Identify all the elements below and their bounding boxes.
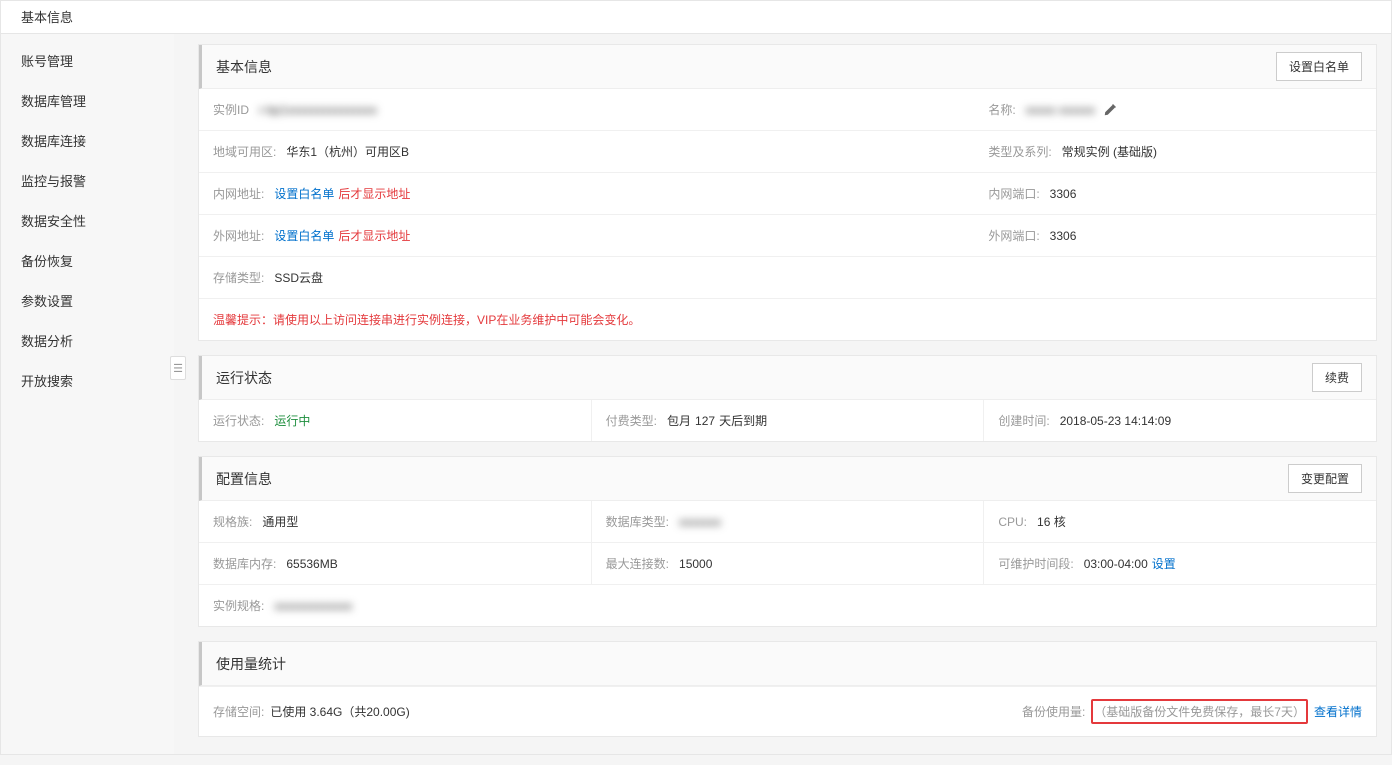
change-config-button[interactable]: 变更配置 — [1288, 464, 1362, 493]
collapse-icon: ☰ — [173, 362, 183, 375]
db-type-value: xxxxxxx — [679, 515, 721, 529]
panel-config: 配置信息 变更配置 规格族: 通用型 数据库类型: xxxxxxx C — [198, 456, 1377, 627]
panel-usage: 使用量统计 存储空间: 已使用 3.64G（共20.00G) 备份使用量: （基… — [198, 641, 1377, 737]
inner-addr-note: 后才显示地址 — [338, 185, 410, 202]
db-type-label: 数据库类型: — [606, 513, 669, 530]
inner-addr-set-whitelist-link[interactable]: 设置白名单 — [274, 185, 334, 202]
spec-label: 实例规格: — [213, 597, 264, 614]
basic-warning-text: 温馨提示：请使用以上访问连接串进行实例连接，VIP在业务维护中可能会变化。 — [199, 299, 1376, 340]
storage-label: 存储空间: — [213, 703, 264, 720]
outer-addr-label: 外网地址: — [213, 227, 264, 244]
outer-port-label: 外网端口: — [988, 227, 1039, 244]
status-label: 运行状态: — [213, 412, 264, 429]
max-conn-value: 15000 — [679, 557, 712, 571]
backup-label: 备份使用量: — [1022, 703, 1085, 720]
main-content: 基本信息 设置白名单 实例ID r-bp1xxxxxxxxxxxxxxx 名称:… — [174, 34, 1391, 765]
panel-basic-info: 基本信息 设置白名单 实例ID r-bp1xxxxxxxxxxxxxxx 名称:… — [198, 44, 1377, 341]
mem-label: 数据库内存: — [213, 555, 276, 572]
maintain-label: 可维护时间段: — [998, 555, 1073, 572]
name-label: 名称: — [988, 101, 1015, 118]
panel-status-title: 运行状态 — [216, 368, 272, 388]
instance-id-label: 实例ID — [213, 101, 249, 118]
backup-detail-link[interactable]: 查看详情 — [1314, 703, 1362, 720]
name-value: xxxxx xxxxxx — [1026, 103, 1095, 117]
top-tab-bar: 基本信息 — [1, 1, 1391, 34]
panel-basic-info-title: 基本信息 — [216, 57, 272, 77]
billing-label: 付费类型: — [606, 412, 657, 429]
tab-basic-info[interactable]: 基本信息 — [1, 1, 93, 33]
spec-value: xxxxxxxxxxxxx — [274, 599, 352, 613]
sidebar-item-open-search[interactable]: 开放搜索 — [1, 362, 174, 402]
instance-id-value: r-bp1xxxxxxxxxxxxxxx — [259, 103, 377, 117]
backup-note: （基础版备份文件免费保存，最长7天） — [1094, 705, 1305, 719]
sidebar-item-data-analysis[interactable]: 数据分析 — [1, 322, 174, 362]
inner-addr-label: 内网地址: — [213, 185, 264, 202]
created-value: 2018-05-23 14:14:09 — [1060, 414, 1171, 428]
cpu-value: 16 核 — [1037, 513, 1066, 530]
outer-addr-set-whitelist-link[interactable]: 设置白名单 — [274, 227, 334, 244]
inner-port-label: 内网端口: — [988, 185, 1039, 202]
billing-suffix: 天后到期 — [719, 412, 767, 429]
outer-addr-note: 后才显示地址 — [338, 227, 410, 244]
created-label: 创建时间: — [998, 412, 1049, 429]
sidebar-item-data-security[interactable]: 数据安全性 — [1, 202, 174, 242]
maintain-set-link[interactable]: 设置 — [1152, 555, 1176, 572]
maintain-value: 03:00-04:00 — [1084, 557, 1148, 571]
family-value: 通用型 — [262, 513, 298, 530]
sidebar-item-backup-restore[interactable]: 备份恢复 — [1, 242, 174, 282]
billing-days: 127 — [695, 414, 715, 428]
set-whitelist-button[interactable]: 设置白名单 — [1276, 52, 1362, 81]
billing-prefix: 包月 — [667, 412, 691, 429]
panel-usage-title: 使用量统计 — [216, 654, 286, 674]
backup-note-highlight: （基础版备份文件免费保存，最长7天） — [1091, 699, 1308, 724]
sidebar-item-account[interactable]: 账号管理 — [1, 42, 174, 82]
type-label: 类型及系列: — [988, 143, 1051, 160]
cpu-label: CPU: — [998, 515, 1027, 529]
region-value: 华东1（杭州）可用区B — [286, 143, 409, 160]
panel-config-title: 配置信息 — [216, 469, 272, 489]
edit-name-icon[interactable] — [1103, 103, 1117, 117]
region-label: 地域可用区: — [213, 143, 276, 160]
inner-port-value: 3306 — [1050, 187, 1077, 201]
panel-status: 运行状态 续费 运行状态: 运行中 付费类型: 包月 127 天后到期 — [198, 355, 1377, 442]
storage-type-label: 存储类型: — [213, 269, 264, 286]
type-value: 常规实例 (基础版) — [1062, 143, 1157, 160]
renew-button[interactable]: 续费 — [1312, 363, 1362, 392]
storage-value: 已使用 3.64G（共20.00G) — [270, 703, 409, 720]
sidebar-item-monitor-alert[interactable]: 监控与报警 — [1, 162, 174, 202]
sidebar-item-db-connection[interactable]: 数据库连接 — [1, 122, 174, 162]
family-label: 规格族: — [213, 513, 252, 530]
outer-port-value: 3306 — [1050, 229, 1077, 243]
sidebar-collapse-handle[interactable]: ☰ — [170, 356, 186, 380]
max-conn-label: 最大连接数: — [606, 555, 669, 572]
sidebar: 账号管理 数据库管理 数据库连接 监控与报警 数据安全性 备份恢复 参数设置 数… — [1, 34, 174, 754]
mem-value: 65536MB — [286, 557, 337, 571]
status-value: 运行中 — [274, 412, 310, 429]
storage-type-value: SSD云盘 — [274, 269, 323, 286]
sidebar-item-database[interactable]: 数据库管理 — [1, 82, 174, 122]
sidebar-item-param-settings[interactable]: 参数设置 — [1, 282, 174, 322]
